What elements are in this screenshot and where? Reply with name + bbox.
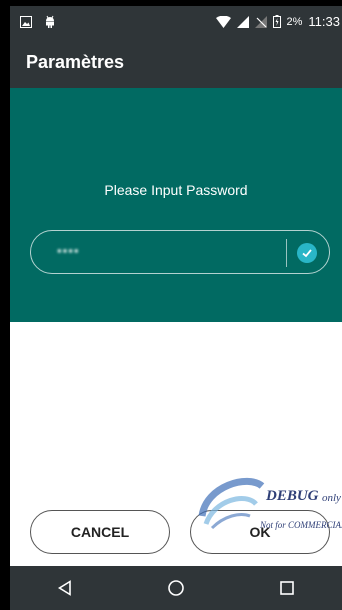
watermark-brand: DEBUG — [266, 488, 319, 504]
navigation-bar — [10, 566, 342, 610]
watermark-suffix: only — [322, 492, 341, 504]
check-icon[interactable] — [297, 243, 317, 263]
cancel-button[interactable]: CANCEL — [30, 510, 170, 554]
page-title: Paramètres — [26, 52, 125, 72]
home-icon[interactable] — [167, 579, 185, 597]
password-panel: Please Input Password ▪▪▪▪ — [10, 88, 342, 322]
recents-icon[interactable] — [279, 580, 295, 596]
status-bar: 2% 11:33 — [10, 6, 342, 38]
ok-button[interactable]: OK — [190, 510, 330, 554]
android-debug-icon — [44, 15, 56, 28]
status-time: 11:33 — [308, 14, 340, 29]
password-input[interactable]: ▪▪▪▪ — [30, 230, 330, 274]
battery-icon — [272, 15, 281, 28]
back-icon[interactable] — [57, 580, 73, 596]
screen: 2% 11:33 Paramètres Please Input Passwor… — [10, 6, 342, 610]
signal-icon — [236, 15, 249, 28]
app-bar: Paramètres — [10, 38, 342, 88]
field-divider — [286, 239, 287, 267]
password-value: ▪▪▪▪ — [57, 243, 80, 258]
no-sim-icon — [254, 15, 267, 28]
battery-percent: 2% — [286, 15, 303, 28]
password-prompt: Please Input Password — [104, 182, 248, 198]
wifi-icon — [215, 15, 231, 28]
image-icon — [20, 15, 32, 28]
